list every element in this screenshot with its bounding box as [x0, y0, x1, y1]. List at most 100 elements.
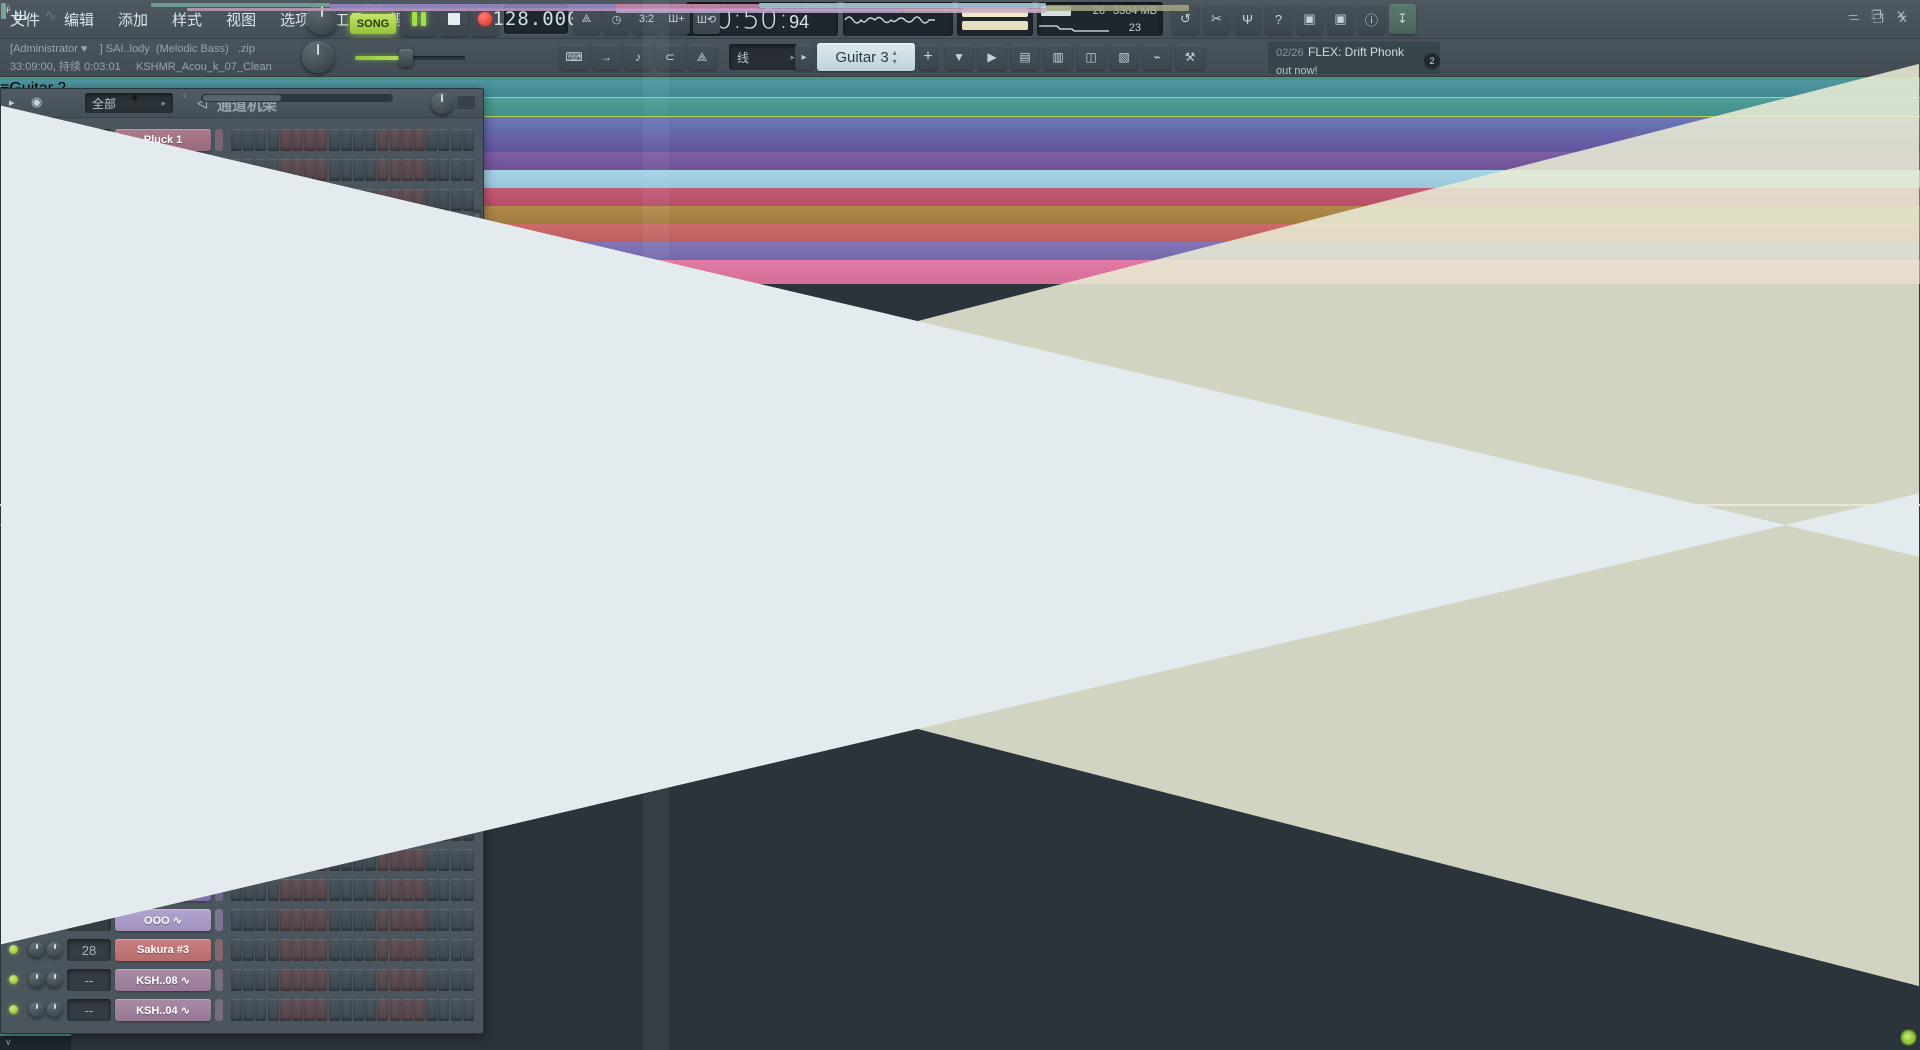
step-cell[interactable] [268, 939, 279, 961]
channel-name-button[interactable]: KSH..08 ∿ [115, 969, 211, 991]
browser-button[interactable]: ◫ [1077, 44, 1105, 70]
step-cell[interactable] [255, 129, 266, 151]
channel-led[interactable] [9, 975, 18, 984]
step-cell[interactable] [365, 129, 376, 151]
step-cell[interactable] [451, 969, 462, 991]
step-cell[interactable] [377, 129, 388, 151]
step-cell[interactable] [402, 999, 413, 1021]
step-cell[interactable] [402, 159, 413, 181]
step-cell[interactable] [438, 849, 449, 871]
step-cell[interactable] [316, 909, 327, 931]
step-cell[interactable] [390, 969, 401, 991]
step-cell[interactable] [255, 939, 266, 961]
rack-record-icon[interactable]: ◉ [31, 94, 42, 110]
step-cell[interactable] [329, 129, 340, 151]
step-cell[interactable] [255, 999, 266, 1021]
step-cell[interactable] [414, 909, 425, 931]
step-cell[interactable] [231, 969, 242, 991]
step-cell[interactable] [268, 909, 279, 931]
step-cell[interactable] [292, 999, 303, 1021]
step-cell[interactable] [365, 879, 376, 901]
step-cell[interactable] [426, 129, 437, 151]
step-cell[interactable] [414, 879, 425, 901]
step-cell[interactable] [426, 849, 437, 871]
rack-hscroll-left-icon[interactable]: ‹ [183, 90, 186, 101]
metronome-small-icon[interactable]: ⟁ [688, 44, 716, 70]
step-cell[interactable] [463, 879, 474, 901]
step-cell[interactable] [280, 999, 291, 1021]
step-cell[interactable] [304, 939, 315, 961]
step-cell[interactable] [341, 879, 352, 901]
step-cell[interactable] [463, 939, 474, 961]
step-cell[interactable] [329, 909, 340, 931]
rack-hscroll-thumb[interactable] [203, 95, 281, 101]
step-cell[interactable] [451, 879, 462, 901]
vscroll-up-icon[interactable]: ∧ [5, 2, 12, 13]
step-cell[interactable] [377, 969, 388, 991]
plugin-button[interactable]: ⌁ [1143, 44, 1171, 70]
typing-keyboard-icon[interactable]: ⌨ [560, 44, 588, 70]
channel-display-led[interactable] [215, 909, 223, 931]
step-cell[interactable] [292, 129, 303, 151]
step-cell[interactable] [329, 999, 340, 1021]
step-cell[interactable] [438, 939, 449, 961]
playlist-button[interactable]: ▼ [945, 44, 973, 70]
channel-volume-knob[interactable] [47, 942, 62, 957]
step-cell[interactable] [426, 939, 437, 961]
step-cell[interactable] [341, 909, 352, 931]
step-cell[interactable] [280, 879, 291, 901]
channel-rack-button[interactable]: ▤ [1011, 44, 1039, 70]
step-cell[interactable] [329, 879, 340, 901]
track-mute-led[interactable] [1904, 1033, 1913, 1042]
channel-display-led[interactable] [215, 939, 223, 961]
step-cell[interactable] [316, 879, 327, 901]
step-cell[interactable] [414, 939, 425, 961]
step-cell[interactable] [451, 939, 462, 961]
step-cell[interactable] [316, 159, 327, 181]
step-cell[interactable] [438, 999, 449, 1021]
step-cell[interactable] [353, 159, 364, 181]
step-cell[interactable] [231, 909, 242, 931]
step-cell[interactable] [353, 909, 364, 931]
step-cell[interactable] [304, 969, 315, 991]
step-cell[interactable] [304, 879, 315, 901]
tools-button[interactable]: ⚒ [1176, 44, 1204, 70]
step-cell[interactable] [402, 909, 413, 931]
step-cell[interactable] [341, 969, 352, 991]
step-cell[interactable] [280, 969, 291, 991]
step-cell[interactable] [377, 939, 388, 961]
step-cell[interactable] [377, 909, 388, 931]
step-cell[interactable] [353, 999, 364, 1021]
step-cell[interactable] [268, 879, 279, 901]
step-cell[interactable] [426, 999, 437, 1021]
snap-selector[interactable]: 线▸ [729, 44, 803, 70]
channel-pan-knob[interactable] [29, 1002, 44, 1017]
step-cell[interactable] [402, 879, 413, 901]
hint-knob[interactable] [302, 41, 334, 73]
step-cell[interactable] [390, 879, 401, 901]
step-arrow-icon[interactable]: → [592, 44, 620, 70]
piano-roll-button[interactable]: ▶ [978, 44, 1006, 70]
step-cell[interactable] [353, 939, 364, 961]
step-cell[interactable] [438, 189, 449, 211]
step-cell[interactable] [463, 909, 474, 931]
step-cell[interactable] [329, 969, 340, 991]
channel-pan-knob[interactable] [29, 942, 44, 957]
rack-menu-arrow-icon[interactable]: ▸ [9, 96, 15, 109]
step-cell[interactable] [451, 849, 462, 871]
step-cell[interactable] [353, 129, 364, 151]
step-cell[interactable] [268, 969, 279, 991]
channel-number[interactable]: -- [67, 999, 111, 1021]
step-cell[interactable] [463, 849, 474, 871]
step-cell[interactable] [365, 909, 376, 931]
step-cell[interactable] [304, 129, 315, 151]
rack-add-channel-button[interactable]: + [131, 90, 139, 105]
step-cell[interactable] [268, 999, 279, 1021]
step-cell[interactable] [438, 909, 449, 931]
step-cell[interactable] [463, 159, 474, 181]
step-cell[interactable] [304, 999, 315, 1021]
step-cell[interactable] [292, 939, 303, 961]
channel-led[interactable] [9, 945, 18, 954]
step-cell[interactable] [316, 999, 327, 1021]
step-cell[interactable] [377, 159, 388, 181]
